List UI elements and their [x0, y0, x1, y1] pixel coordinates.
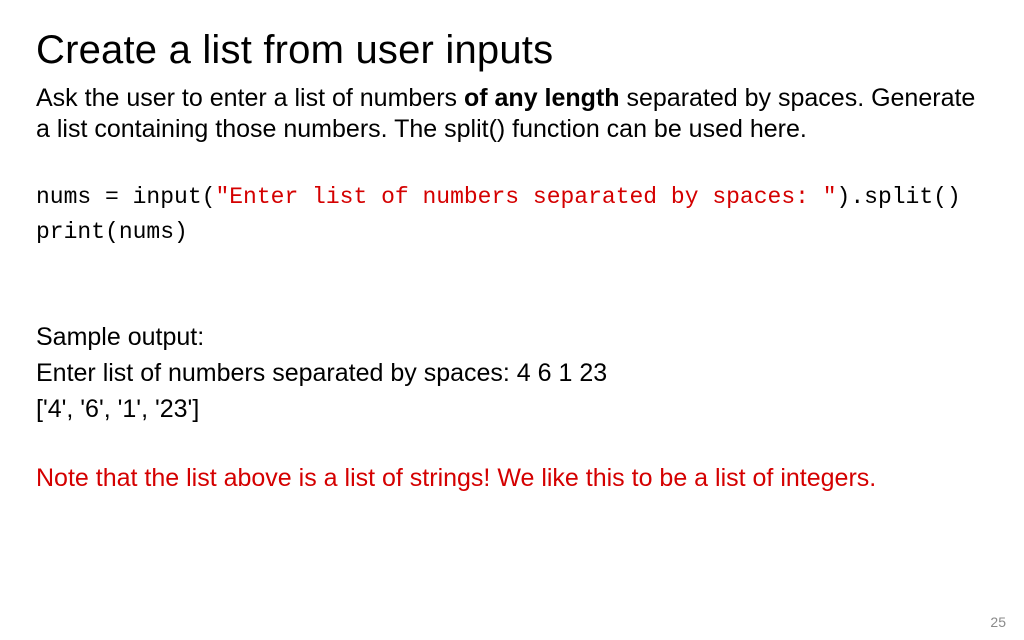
sample-output-block: Sample output: Enter list of numbers sep…: [36, 319, 988, 428]
code-line2: print(nums): [36, 219, 188, 245]
sample-label: Sample output:: [36, 319, 988, 355]
desc-bold: of any length: [464, 84, 620, 112]
code-string-literal: "Enter list of numbers separated by spac…: [215, 184, 836, 210]
description-paragraph: Ask the user to enter a list of numbers …: [36, 83, 988, 146]
desc-text-1: Ask the user to enter a list of numbers: [36, 84, 464, 112]
page-number: 25: [990, 614, 1006, 630]
code-block: nums = input("Enter list of numbers sepa…: [36, 180, 988, 251]
slide: Create a list from user inputs Ask the u…: [0, 0, 1024, 640]
sample-line-1: Enter list of numbers separated by space…: [36, 355, 988, 391]
sample-line-2: ['4', '6', '1', '23']: [36, 391, 988, 427]
code-line1-pre: nums = input(: [36, 184, 215, 210]
note-text: Note that the list above is a list of st…: [36, 462, 988, 495]
code-line1-post: ).split(): [837, 184, 961, 210]
slide-title: Create a list from user inputs: [36, 28, 988, 73]
